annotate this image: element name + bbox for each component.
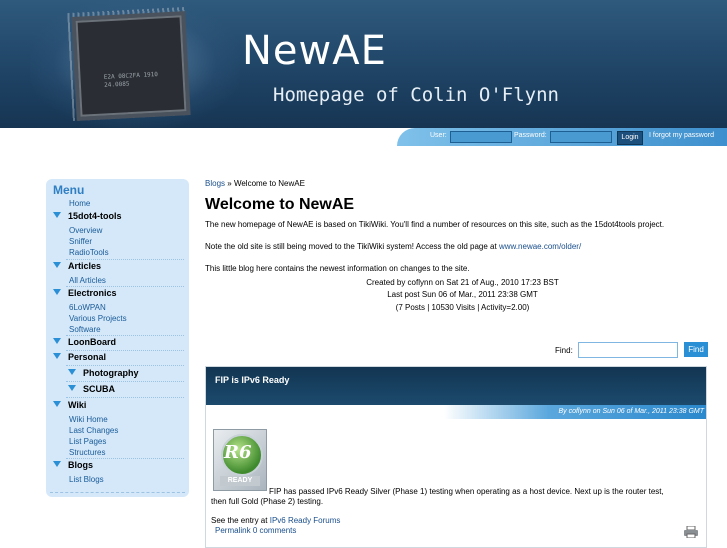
sidebar-section-label: Personal [68,352,107,362]
find-button[interactable]: Find [684,342,708,357]
blog-description: This little blog here contains the newes… [205,264,470,273]
breadcrumb-separator: » [227,179,232,188]
sidebar-section-label: Electronics [68,288,117,298]
sidebar-item-all-articles[interactable]: All Articles [69,276,207,285]
ipv6-ready-logo: R6 READY [213,429,267,491]
chevron-down-icon [53,262,61,268]
sidebar-section-photography[interactable]: Photography [68,368,206,378]
chevron-down-icon [53,461,61,467]
sidebar-section-label: Articles [68,261,102,271]
sidebar-item-sniffer[interactable]: Sniffer [69,237,207,246]
sidebar-item-software[interactable]: Software [69,325,207,334]
blog-stats: (7 Posts | 10530 Visits | Activity=2.00) [395,303,530,312]
created-by: Created by coflynn on Sat 21 of Aug., 20… [366,278,559,287]
login-button[interactable]: Login [617,131,643,145]
post-meta: By coflynn on Sun 06 of Mar., 2011 23:38… [444,405,706,419]
sidebar-item-wiki-home[interactable]: Wiki Home [69,415,207,424]
sidebar-section-label: SCUBA [83,384,116,394]
sidebar-section-label: Photography [83,368,139,378]
sidebar-item-list-blogs[interactable]: List Blogs [69,475,207,484]
sidebar-section-electronics[interactable]: Electronics [53,288,191,298]
comments-link[interactable]: 0 comments [253,526,297,535]
sidebar-section-wiki[interactable]: Wiki [53,400,191,410]
sidebar-section-label: Wiki [68,400,87,410]
sidebar-menu: Menu Home 15dot4-tools Overview Sniffer … [46,179,189,497]
sidebar-item-structures[interactable]: Structures [69,448,207,457]
sidebar-section-loonboard[interactable]: LoonBoard [53,337,191,347]
post-body-line2: then full Gold (Phase 2) testing. [211,497,324,506]
chevron-down-icon [53,212,61,218]
breadcrumb-current: Welcome to NewAE [233,179,305,188]
find-label: Find: [555,346,573,355]
menu-divider [66,350,184,351]
sidebar-section-blogs[interactable]: Blogs [53,460,191,470]
menu-divider [66,397,184,398]
chevron-down-icon [68,369,76,375]
post-header: FIP is IPv6 Ready [206,367,706,405]
password-input[interactable] [550,131,612,143]
permalink-link[interactable]: Permalink [215,526,251,535]
sidebar-section-personal[interactable]: Personal [53,352,191,362]
see-entry-text: See the entry at [211,516,268,525]
chevron-down-icon [53,289,61,295]
last-post: Last post Sun 06 of Mar., 2011 23:38 GMT [387,290,538,299]
sidebar-section-label: 15dot4-tools [68,211,122,221]
intro-paragraph: The new homepage of NewAE is based on Ti… [205,220,665,229]
sidebar-item-home[interactable]: Home [69,199,207,208]
old-site-paragraph: Note the old site is still being moved t… [205,242,581,251]
chip-image [75,15,187,117]
chevron-down-icon [53,353,61,359]
menu-divider [66,259,184,260]
breadcrumb-blogs-link[interactable]: Blogs [205,179,225,188]
find-input[interactable] [578,342,678,358]
print-icon[interactable] [684,526,698,538]
post-see-entry: See the entry at IPv6 Ready Forums [211,516,340,525]
logo-ready-badge: READY [220,476,260,486]
chevron-down-icon [53,338,61,344]
sidebar-item-overview[interactable]: Overview [69,226,207,235]
user-label: User: [430,132,447,139]
logo-r6-text: R6 [224,442,252,463]
sidebar-section-label: LoonBoard [68,337,116,347]
old-site-text: Note the old site is still being moved t… [205,242,497,251]
menu-divider [66,381,184,382]
post-title[interactable]: FIP is IPv6 Ready [215,375,289,385]
post-body-line1: FIP has passed IPv6 Ready Silver (Phase … [269,487,664,496]
menu-bottom-divider [50,492,185,493]
login-bar: User: Password: Login I forgot my passwo… [0,128,727,148]
password-label: Password: [514,132,547,139]
site-banner: E2A 08C2FA 1910 24.0085 NewAE Homepage o… [0,0,727,128]
menu-title: Menu [53,183,85,197]
old-site-link[interactable]: www.newae.com/older/ [499,242,581,251]
sidebar-item-radiotools[interactable]: RadioTools [69,248,207,257]
sidebar-item-various-projects[interactable]: Various Projects [69,314,207,323]
breadcrumb: Blogs » Welcome to NewAE [205,179,305,188]
menu-divider [66,335,184,336]
blog-post: FIP is IPv6 Ready By coflynn on Sun 06 o… [205,366,707,548]
sidebar-section-articles[interactable]: Articles [53,261,191,271]
user-input[interactable] [450,131,512,143]
post-links: Permalink 0 comments [215,526,296,535]
menu-divider [66,286,184,287]
forgot-password-link[interactable]: I forgot my password [649,132,714,139]
chevron-down-icon [68,385,76,391]
sidebar-item-6lowpan[interactable]: 6LoWPAN [69,303,207,312]
sidebar-section-scuba[interactable]: SCUBA [68,384,206,394]
site-subtitle: Homepage of Colin O'Flynn [273,84,559,106]
page-title: Welcome to NewAE [205,196,355,213]
sidebar-item-list-pages[interactable]: List Pages [69,437,207,446]
sidebar-section-label: Blogs [68,460,94,470]
menu-divider [66,365,184,366]
chevron-down-icon [53,401,61,407]
sidebar-item-last-changes[interactable]: Last Changes [69,426,207,435]
sidebar-section-15dot4-tools[interactable]: 15dot4-tools [53,211,191,221]
site-title[interactable]: NewAE [242,28,387,74]
menu-divider [66,458,184,459]
ipv6-forums-link[interactable]: IPv6 Ready Forums [270,516,341,525]
